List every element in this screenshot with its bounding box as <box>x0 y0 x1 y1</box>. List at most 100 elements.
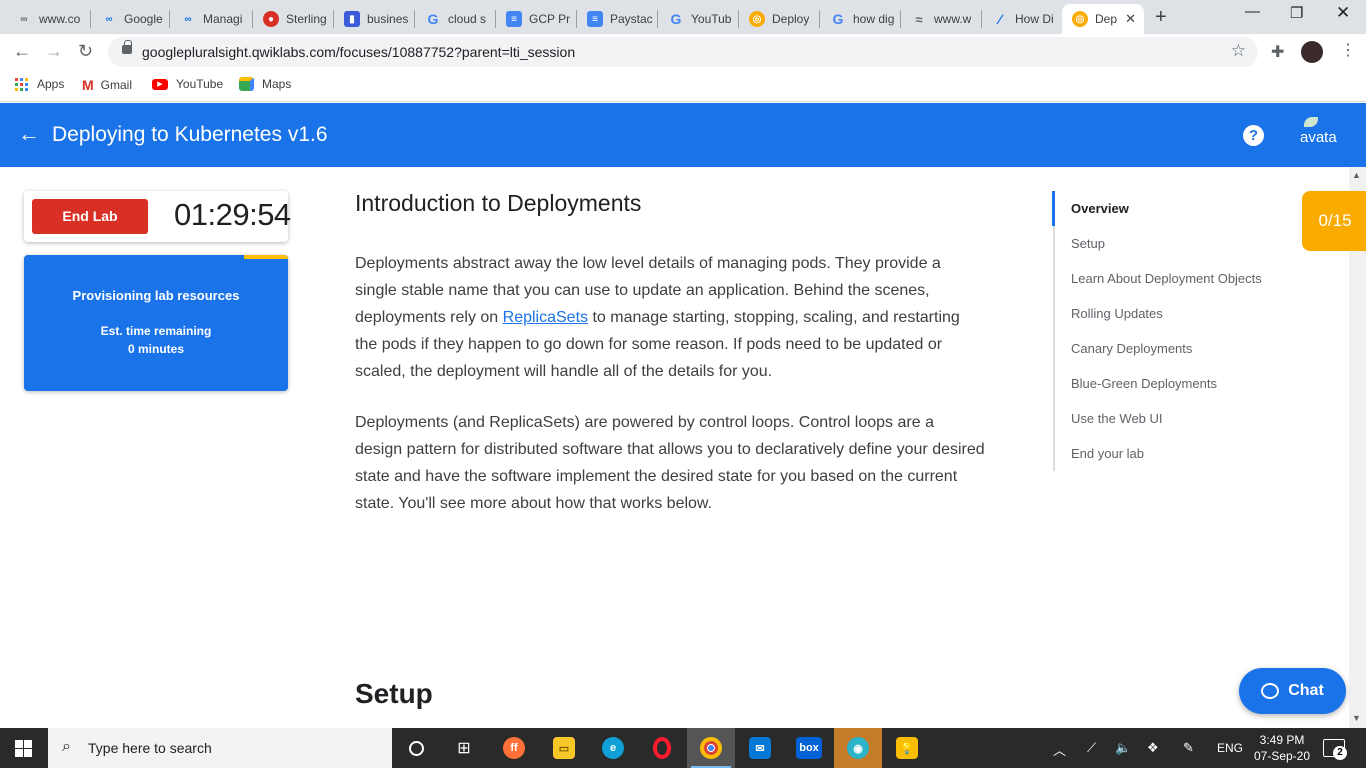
infinity-icon: ∞ <box>184 13 192 25</box>
clock-date: 07-Sep-20 <box>1253 749 1311 763</box>
back-arrow-icon[interactable]: ← <box>18 121 40 147</box>
bookmarks-bar: Apps M Gmail ▶ YouTube Maps <box>0 70 1366 102</box>
bookmark-icon: ▮ <box>344 11 360 27</box>
browser-tab[interactable]: ▮ busines <box>334 4 414 34</box>
opera-icon[interactable] <box>638 728 686 768</box>
address-bar[interactable]: googlepluralsight.qwiklabs.com/focuses/1… <box>108 37 1258 67</box>
app-icon[interactable]: ◉ <box>834 728 882 768</box>
google-icon: G <box>670 11 682 27</box>
firefox-icon[interactable]: ff <box>490 728 538 768</box>
close-window-button[interactable]: ✕ <box>1336 3 1350 23</box>
score-badge: 0/15 <box>1302 191 1366 251</box>
browser-tab[interactable]: ≡ GCP Pr <box>496 4 576 34</box>
back-icon[interactable]: ← <box>13 41 31 62</box>
toc-item-end-lab[interactable]: End your lab <box>1071 446 1144 461</box>
keep-icon[interactable]: 💡 <box>883 728 931 768</box>
toc-item-deployment-objects[interactable]: Learn About Deployment Objects <box>1071 271 1262 286</box>
provisioning-card: Provisioning lab resources Est. time rem… <box>24 255 288 391</box>
edge-icon[interactable]: e <box>589 728 637 768</box>
provisioning-title: Provisioning lab resources <box>72 288 240 303</box>
page-title: Deploying to Kubernetes v1.6 <box>52 123 328 146</box>
windows-start-icon[interactable] <box>15 740 32 757</box>
bookmark-maps[interactable]: Maps <box>239 77 291 91</box>
pen-icon[interactable]: ✎ <box>1183 740 1194 756</box>
search-icon: ⌕ <box>62 738 71 755</box>
bookmark-youtube[interactable]: ▶ YouTube <box>152 77 223 91</box>
browser-toolbar: ← → ↻ googlepluralsight.qwiklabs.com/foc… <box>0 34 1366 70</box>
browser-tab[interactable]: ≡ Paystac <box>577 4 657 34</box>
extensions-icon[interactable]: ✚ <box>1271 42 1284 62</box>
reload-icon[interactable]: ↻ <box>78 41 93 62</box>
browser-tab[interactable]: ● Sterling <box>253 4 333 34</box>
section-heading: Introduction to Deployments <box>355 190 642 216</box>
infinity-icon: ∞ <box>20 13 28 25</box>
toc-item-overview[interactable]: Overview <box>1071 201 1129 216</box>
avatar[interactable]: avata <box>1300 117 1337 146</box>
replicasets-link[interactable]: ReplicaSets <box>503 309 588 326</box>
toc-item-setup[interactable]: Setup <box>1071 236 1105 251</box>
bookmark-apps[interactable]: Apps <box>15 77 64 91</box>
forward-icon[interactable]: → <box>45 41 63 62</box>
volume-icon[interactable]: 🔈 <box>1115 740 1131 756</box>
dropbox-icon[interactable]: ❖ <box>1147 740 1159 756</box>
browser-tab[interactable]: Ghow dig <box>820 4 900 34</box>
bookmark-gmail[interactable]: M Gmail <box>82 77 132 93</box>
browser-tab[interactable]: G YouTub <box>658 4 738 34</box>
feather-icon: ⁄ <box>998 11 1002 27</box>
toc-item-rolling-updates[interactable]: Rolling Updates <box>1071 306 1163 321</box>
lab-timer: 01:29:54 <box>174 197 291 232</box>
est-time-value: 0 minutes <box>127 342 184 356</box>
browser-tab[interactable]: ⁄ How Di <box>982 4 1060 34</box>
scrollbar[interactable] <box>1349 167 1366 728</box>
notification-count: 2 <box>1333 746 1347 760</box>
star-icon[interactable]: ☆ <box>1231 41 1246 61</box>
youtube-icon: ▶ <box>152 78 168 90</box>
avatar-text: avata <box>1300 129 1337 146</box>
new-tab-button[interactable]: + <box>1155 6 1167 29</box>
avatar-leaf-icon <box>1304 117 1318 127</box>
toc-item-canary[interactable]: Canary Deployments <box>1071 341 1192 356</box>
est-time-label: Est. time remaining <box>100 324 212 338</box>
profile-avatar[interactable] <box>1301 41 1323 63</box>
tray-chevron-icon[interactable]: ︿ <box>1053 740 1066 759</box>
help-icon[interactable]: ? <box>1243 125 1264 146</box>
browser-tab[interactable]: ∞ www.co <box>6 4 90 34</box>
google-icon: G <box>427 11 439 27</box>
task-view-icon[interactable]: ⊞ <box>440 728 488 768</box>
scroll-down-icon[interactable]: ▼ <box>1352 713 1361 723</box>
minimize-button[interactable]: — <box>1245 3 1260 20</box>
toc-item-web-ui[interactable]: Use the Web UI <box>1071 411 1163 426</box>
box-icon[interactable]: box <box>785 728 833 768</box>
menu-icon[interactable]: ⋮ <box>1340 40 1356 60</box>
maps-icon <box>239 77 254 91</box>
search-placeholder: Type here to search <box>88 740 212 756</box>
clock[interactable]: 3:49 PM 07-Sep-20 <box>1252 732 1312 764</box>
provisioning-progress-bar <box>244 255 288 259</box>
chat-label: Chat <box>1288 682 1324 699</box>
chrome-icon[interactable] <box>687 728 735 768</box>
scroll-up-icon[interactable]: ▲ <box>1352 170 1361 180</box>
browser-tab[interactable]: ◎ Deploy <box>739 4 819 34</box>
browser-tab[interactable]: ∞ Google <box>91 4 169 34</box>
lock-icon <box>122 40 132 54</box>
wifi-icon[interactable]: ⟋ <box>1087 740 1096 756</box>
lab-timer-card: End Lab 01:29:54 <box>24 191 291 242</box>
browser-tab[interactable]: Gcloud s <box>415 4 495 34</box>
browser-tab-active[interactable]: ◎ Dep ✕ <box>1062 4 1144 34</box>
browser-tab[interactable]: ≈ www.w <box>901 4 981 34</box>
end-lab-button[interactable]: End Lab <box>32 199 148 234</box>
file-explorer-icon[interactable]: ▭ <box>540 728 588 768</box>
url-text[interactable]: googlepluralsight.qwiklabs.com/focuses/1… <box>142 44 575 60</box>
mail-icon[interactable]: ✉ <box>736 728 784 768</box>
chat-button[interactable]: Chat <box>1239 668 1346 714</box>
cortana-icon[interactable] <box>392 728 440 768</box>
language-indicator[interactable]: ENG <box>1217 741 1243 755</box>
record-icon: ● <box>263 11 279 27</box>
toc-item-blue-green[interactable]: Blue-Green Deployments <box>1071 376 1217 391</box>
tab-strip: ∞ www.co ∞ Google ∞ Managi ● Sterling ▮ busin… <box>0 0 1366 34</box>
taskbar-search[interactable]: ⌕ Type here to search <box>48 728 392 768</box>
gmail-icon: M <box>82 77 94 93</box>
browser-tab[interactable]: ∞ Managi <box>170 4 252 34</box>
restore-button[interactable]: ❐ <box>1290 4 1303 22</box>
close-tab-icon[interactable]: ✕ <box>1125 11 1136 27</box>
